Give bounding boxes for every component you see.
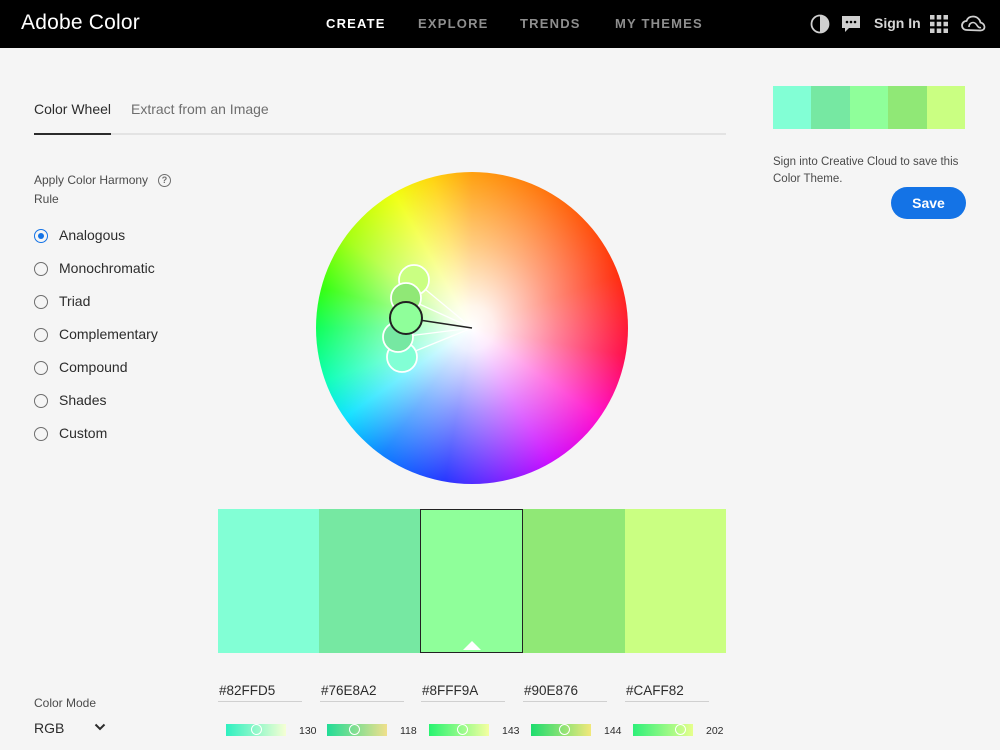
rule-label: Shades: [59, 392, 107, 408]
hex-input-3[interactable]: #8FFF9A: [421, 680, 505, 702]
creative-cloud-icon[interactable]: [960, 13, 986, 35]
radio-unselected[interactable]: [34, 394, 48, 408]
rule-label: Custom: [59, 425, 108, 441]
feedback-icon[interactable]: [840, 13, 862, 35]
swatch-2[interactable]: [319, 509, 420, 653]
slider-knob[interactable]: [457, 724, 469, 735]
color-wheel[interactable]: [316, 172, 628, 484]
top-nav-bar: Adobe Color CREATE EXPLORE TRENDS MY THE…: [0, 0, 1000, 48]
preview-swatch-5: [927, 86, 965, 129]
channel-slider-3[interactable]: [429, 724, 489, 736]
radio-unselected[interactable]: [34, 328, 48, 342]
harmony-rule-label: Apply Color Harmony Rule: [34, 173, 149, 206]
channel-slider-1[interactable]: [226, 724, 286, 736]
radio-unselected[interactable]: [34, 262, 48, 276]
wheel-handles: [382, 264, 473, 373]
nav-trends[interactable]: TRENDS: [520, 16, 581, 31]
theme-preview: [773, 86, 965, 129]
channel-slider-5[interactable]: [633, 724, 693, 736]
preview-swatch-3: [850, 86, 889, 129]
mode-tabs: Color Wheel Extract from an Image: [34, 101, 726, 135]
radio-unselected[interactable]: [34, 361, 48, 375]
preview-swatch-2: [811, 86, 850, 129]
tab-extract-from-image[interactable]: Extract from an Image: [131, 101, 269, 135]
selected-indicator-icon: [462, 641, 481, 650]
radio-unselected[interactable]: [34, 295, 48, 309]
swatch-4[interactable]: [523, 509, 625, 653]
slider-knob[interactable]: [559, 724, 571, 735]
apps-grid-icon[interactable]: [928, 13, 950, 35]
theme-toggle-icon[interactable]: [809, 13, 831, 35]
radio-unselected[interactable]: [34, 427, 48, 441]
hex-input-1[interactable]: #82FFD5: [218, 680, 302, 702]
channel-slider-2[interactable]: [327, 724, 387, 736]
channel-value-3: 143: [502, 725, 520, 737]
hex-input-2[interactable]: #76E8A2: [320, 680, 404, 702]
save-message: Sign into Creative Cloud to save this Co…: [773, 156, 959, 185]
save-button[interactable]: Save: [891, 187, 966, 219]
rule-label: Monochromatic: [59, 260, 155, 276]
swatch-1[interactable]: [218, 509, 319, 653]
preview-swatch-4: [888, 86, 927, 129]
radio-selected[interactable]: [34, 229, 48, 243]
swatch-3-selected[interactable]: [420, 509, 523, 653]
channel-value-2: 118: [400, 725, 417, 737]
rule-label: Compound: [59, 359, 128, 375]
hex-input-4[interactable]: #90E876: [523, 680, 607, 702]
color-mode-label: Color Mode: [34, 696, 97, 710]
nav-create[interactable]: CREATE: [326, 16, 386, 31]
channel-value-5: 202: [706, 725, 724, 737]
swatch-5[interactable]: [625, 509, 726, 653]
slider-knob[interactable]: [674, 724, 686, 735]
channel-value-4: 144: [604, 725, 622, 737]
tab-color-wheel[interactable]: Color Wheel: [34, 101, 112, 135]
rule-label: Analogous: [59, 227, 126, 243]
color-mode-value: RGB: [34, 720, 65, 736]
channel-value-1: 130: [299, 725, 317, 737]
channel-slider-4[interactable]: [531, 724, 591, 736]
color-mode-select[interactable]: RGB: [34, 719, 109, 739]
nav-explore[interactable]: EXPLORE: [418, 16, 489, 31]
help-icon[interactable]: ?: [158, 174, 171, 187]
nav-my-themes[interactable]: MY THEMES: [615, 16, 703, 31]
chevron-down-icon: [94, 723, 106, 731]
hex-input-5[interactable]: #CAFF82: [625, 680, 709, 702]
preview-swatch-1: [773, 86, 812, 129]
slider-knob[interactable]: [251, 724, 263, 735]
theme-swatches: [218, 509, 726, 653]
slider-knob[interactable]: [349, 724, 361, 735]
sign-in-link[interactable]: Sign In: [874, 15, 921, 31]
rule-label: Triad: [59, 293, 91, 309]
base-color-handle[interactable]: [389, 301, 423, 335]
rule-label: Complementary: [59, 326, 158, 342]
